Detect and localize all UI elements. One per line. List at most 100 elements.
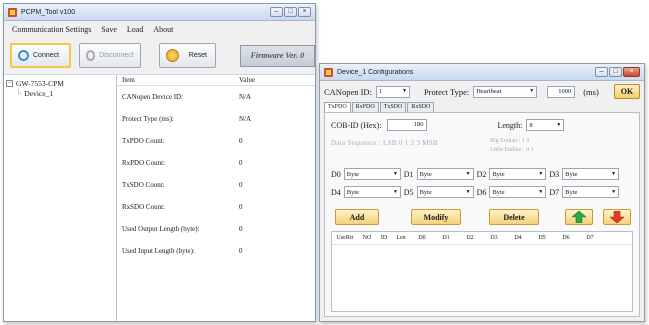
protect-unit-label: (ms) (583, 86, 599, 97)
header-value: Value (239, 76, 255, 84)
cob-id-label: COB-ID (Hex): (331, 120, 382, 130)
main-content: − GW-7553-CPM └ Device_1 Item Value CANo… (4, 75, 315, 321)
table-row: Used Output Length (byte): 0 (117, 218, 315, 240)
row-value: 0 (239, 225, 243, 233)
tab-rxsdo[interactable]: RxSDO (407, 102, 435, 112)
d3-label: D3 (549, 169, 560, 179)
row-value: 0 (239, 159, 243, 167)
protect-type-select[interactable]: Heartbeat ▼ (473, 85, 538, 98)
row-item: TxSDO Count: (122, 181, 165, 189)
data-type-row-1: D0 Byte ▼ D1 Byte ▼ D2 Byte ▼ D3 Byte ▼ (331, 168, 637, 180)
modify-button[interactable]: Modify (411, 209, 461, 225)
delete-button[interactable]: Delete (489, 209, 539, 225)
d7-select[interactable]: Byte ▼ (562, 186, 620, 198)
d4-select[interactable]: Byte ▼ (343, 186, 401, 198)
chevron-down-icon: ▼ (465, 189, 471, 195)
minimize-button[interactable]: – (595, 67, 608, 77)
connect-button[interactable]: Connect (10, 43, 71, 68)
main-window-title: PCPM_Tool v100 (21, 8, 76, 16)
chevron-down-icon: ▼ (401, 89, 407, 94)
chevron-down-icon: ▼ (392, 171, 398, 177)
table-row: TxPDO Count: 0 (117, 130, 315, 152)
chevron-down-icon: ▼ (611, 171, 617, 177)
ok-button[interactable]: OK (614, 84, 640, 99)
tree-node-device-1-label: Device_1 (24, 88, 54, 98)
maximize-button[interactable]: □ (609, 67, 622, 77)
d3-value: Byte (565, 170, 578, 178)
data-type-row-2: D4 Byte ▼ D5 Byte ▼ D6 Byte ▼ D7 Byte ▼ (331, 186, 637, 198)
red-down-arrow-icon (610, 211, 624, 223)
move-up-button[interactable] (565, 209, 593, 225)
tab-txpdo[interactable]: TxPDO (324, 102, 351, 112)
add-button[interactable]: Add (335, 209, 379, 225)
chevron-down-icon: ▼ (392, 189, 398, 195)
menu-save[interactable]: Save (101, 25, 117, 34)
table-row: TxSDO Count: 0 (117, 174, 315, 196)
pdo-grid[interactable]: UseRtr NO ID Len D0 D1 D2 D3 D4 D5 D6 D7 (331, 231, 633, 312)
device-tree: − GW-7553-CPM └ Device_1 (4, 75, 117, 321)
chevron-down-icon: ▼ (611, 189, 617, 195)
menu-load[interactable]: Load (127, 25, 143, 34)
tab-rxpdo[interactable]: RxPDO (351, 102, 379, 112)
device-titlebar: Device_1 Configurations – □ × (320, 64, 644, 81)
canopen-id-value: 1 (378, 88, 383, 95)
collapse-icon[interactable]: − (6, 79, 13, 87)
close-button[interactable]: × (298, 7, 311, 17)
grid-col-d7: D7 (586, 235, 594, 241)
properties-table: Item Value CANopen Device ID: N/A Protect… (117, 75, 315, 321)
chevron-down-icon: ▼ (556, 122, 562, 128)
d5-select[interactable]: Byte ▼ (416, 186, 474, 198)
toolbar: Connect Disconnect Reset Firmware Ver. 0 (4, 37, 315, 75)
table-row: RxPDO Count: 0 (117, 152, 315, 174)
cob-id-input[interactable]: 180 (387, 119, 428, 131)
close-button[interactable]: × (623, 67, 640, 77)
grid-col-d6: D6 (562, 235, 570, 241)
d7-value: Byte (565, 188, 578, 196)
disconnect-label: Disconnect (99, 52, 134, 59)
d1-select[interactable]: Byte ▼ (416, 168, 474, 180)
tree-node-gateway[interactable]: − GW-7553-CPM (6, 78, 114, 88)
row-value: 0 (239, 137, 243, 145)
d6-value: Byte (492, 188, 505, 196)
grid-col-id: ID (380, 235, 388, 241)
tab-txsdo[interactable]: TxSDO (379, 102, 407, 112)
grid-col-d5: D5 (538, 235, 546, 241)
d2-select[interactable]: Byte ▼ (489, 168, 547, 180)
config-tabs: TxPDO RxPDO TxSDO RxSDO (320, 102, 644, 112)
grid-col-d1: D1 (442, 235, 450, 241)
menu-communication-settings[interactable]: Communication Settings (12, 25, 91, 34)
canopen-id-label: CANopen ID: (324, 86, 372, 97)
connect-label: Connect (33, 52, 60, 59)
menu-about[interactable]: About (153, 25, 173, 34)
d3-select[interactable]: Byte ▼ (562, 168, 620, 180)
protect-ms-input[interactable]: 1000 (547, 85, 576, 98)
device-settings-row: CANopen ID: 1 ▼ Protect Type: Heartbeat … (320, 81, 644, 102)
d0-label: D0 (331, 169, 341, 179)
row-value: N/A (239, 115, 252, 123)
plug-icon (18, 50, 29, 61)
move-down-button[interactable] (603, 209, 631, 225)
app-icon (8, 7, 17, 17)
minimize-button[interactable]: – (270, 7, 283, 17)
row-item: Used Input Length (byte): (122, 247, 195, 255)
length-value: 8 (529, 121, 533, 129)
protect-type-label: Protect Type: (423, 86, 470, 97)
disconnect-button[interactable]: Disconnect (78, 43, 141, 68)
d6-select[interactable]: Byte ▼ (489, 186, 547, 198)
length-select[interactable]: 8 ▼ (526, 119, 565, 131)
grid-col-no: NO (362, 235, 372, 241)
row-item: RxPDO Count: (122, 159, 165, 167)
table-row: CANopen Device ID: N/A (117, 86, 315, 108)
grid-col-d3: D3 (490, 235, 498, 241)
canopen-id-select[interactable]: 1 ▼ (375, 85, 410, 98)
maximize-button[interactable]: □ (284, 7, 297, 17)
table-row: RxSDO Count: 0 (117, 196, 315, 218)
table-row: Protect Type (ms): N/A (117, 108, 315, 130)
tree-node-gateway-label: GW-7553-CPM (16, 78, 64, 88)
tree-node-device-1[interactable]: └ Device_1 (6, 88, 114, 98)
reset-button[interactable]: Reset (158, 43, 216, 68)
grid-col-d4: D4 (514, 235, 522, 241)
tree-branch-line: └ (16, 88, 22, 98)
d0-select[interactable]: Byte ▼ (343, 168, 401, 180)
d2-value: Byte (492, 170, 505, 178)
